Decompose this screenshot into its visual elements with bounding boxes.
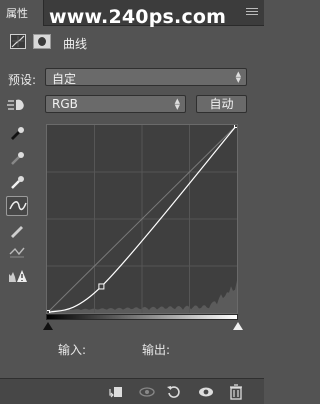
view-previous-icon[interactable] — [138, 384, 155, 400]
clipping-warning-icon[interactable] — [6, 266, 28, 286]
sample-gray-point-icon[interactable] — [6, 148, 28, 168]
adjustment-header: 曲线 — [0, 27, 264, 57]
curve-edit-icon[interactable] — [6, 196, 28, 216]
on-image-adjust-icon[interactable] — [6, 97, 28, 113]
curve-control-point[interactable] — [234, 125, 238, 128]
select-arrows-icon: ▲ ▼ — [174, 97, 180, 111]
curves-graph[interactable] — [46, 124, 238, 314]
curves-adjustment-icon — [10, 34, 26, 49]
tab-properties[interactable]: 属性 — [0, 0, 44, 26]
sample-black-point-icon[interactable] — [6, 123, 28, 143]
adjustment-title: 曲线 — [63, 37, 88, 51]
panel-menu-icon[interactable] — [246, 8, 258, 18]
watermark: www.240ps.com — [49, 6, 227, 28]
bottom-toolbar — [0, 378, 264, 404]
visibility-icon[interactable] — [197, 384, 213, 400]
layer-mask-icon[interactable] — [33, 34, 51, 49]
tab-properties-label: 属性 — [6, 7, 28, 20]
reset-icon[interactable] — [166, 384, 182, 400]
input-label: 输入: — [58, 343, 87, 357]
pencil-icon[interactable] — [6, 220, 28, 240]
curve-control-point[interactable] — [98, 283, 105, 290]
clip-to-layer-icon[interactable] — [108, 384, 124, 400]
auto-button[interactable]: 自动 — [196, 95, 247, 113]
channel-value: RGB — [52, 97, 78, 111]
curve-canvas[interactable] — [47, 125, 237, 313]
panel-tabbar: 属性 www.240ps.com — [0, 0, 264, 28]
preset-value: 自定 — [52, 72, 77, 86]
sample-white-point-icon[interactable] — [6, 172, 28, 192]
preset-label: 预设: — [8, 73, 37, 87]
white-point-slider[interactable] — [233, 322, 243, 330]
black-point-slider[interactable] — [43, 322, 53, 330]
preset-select[interactable]: 自定 ▲ ▼ — [45, 68, 247, 86]
select-arrows-icon: ▲ ▼ — [235, 70, 241, 84]
smooth-icon[interactable] — [6, 242, 28, 262]
channel-select[interactable]: RGB ▲ ▼ — [45, 95, 186, 113]
input-gradient-bar — [46, 314, 238, 320]
output-label: 输出: — [142, 343, 171, 357]
trash-icon[interactable] — [228, 384, 244, 400]
curve-control-point[interactable] — [47, 310, 50, 314]
